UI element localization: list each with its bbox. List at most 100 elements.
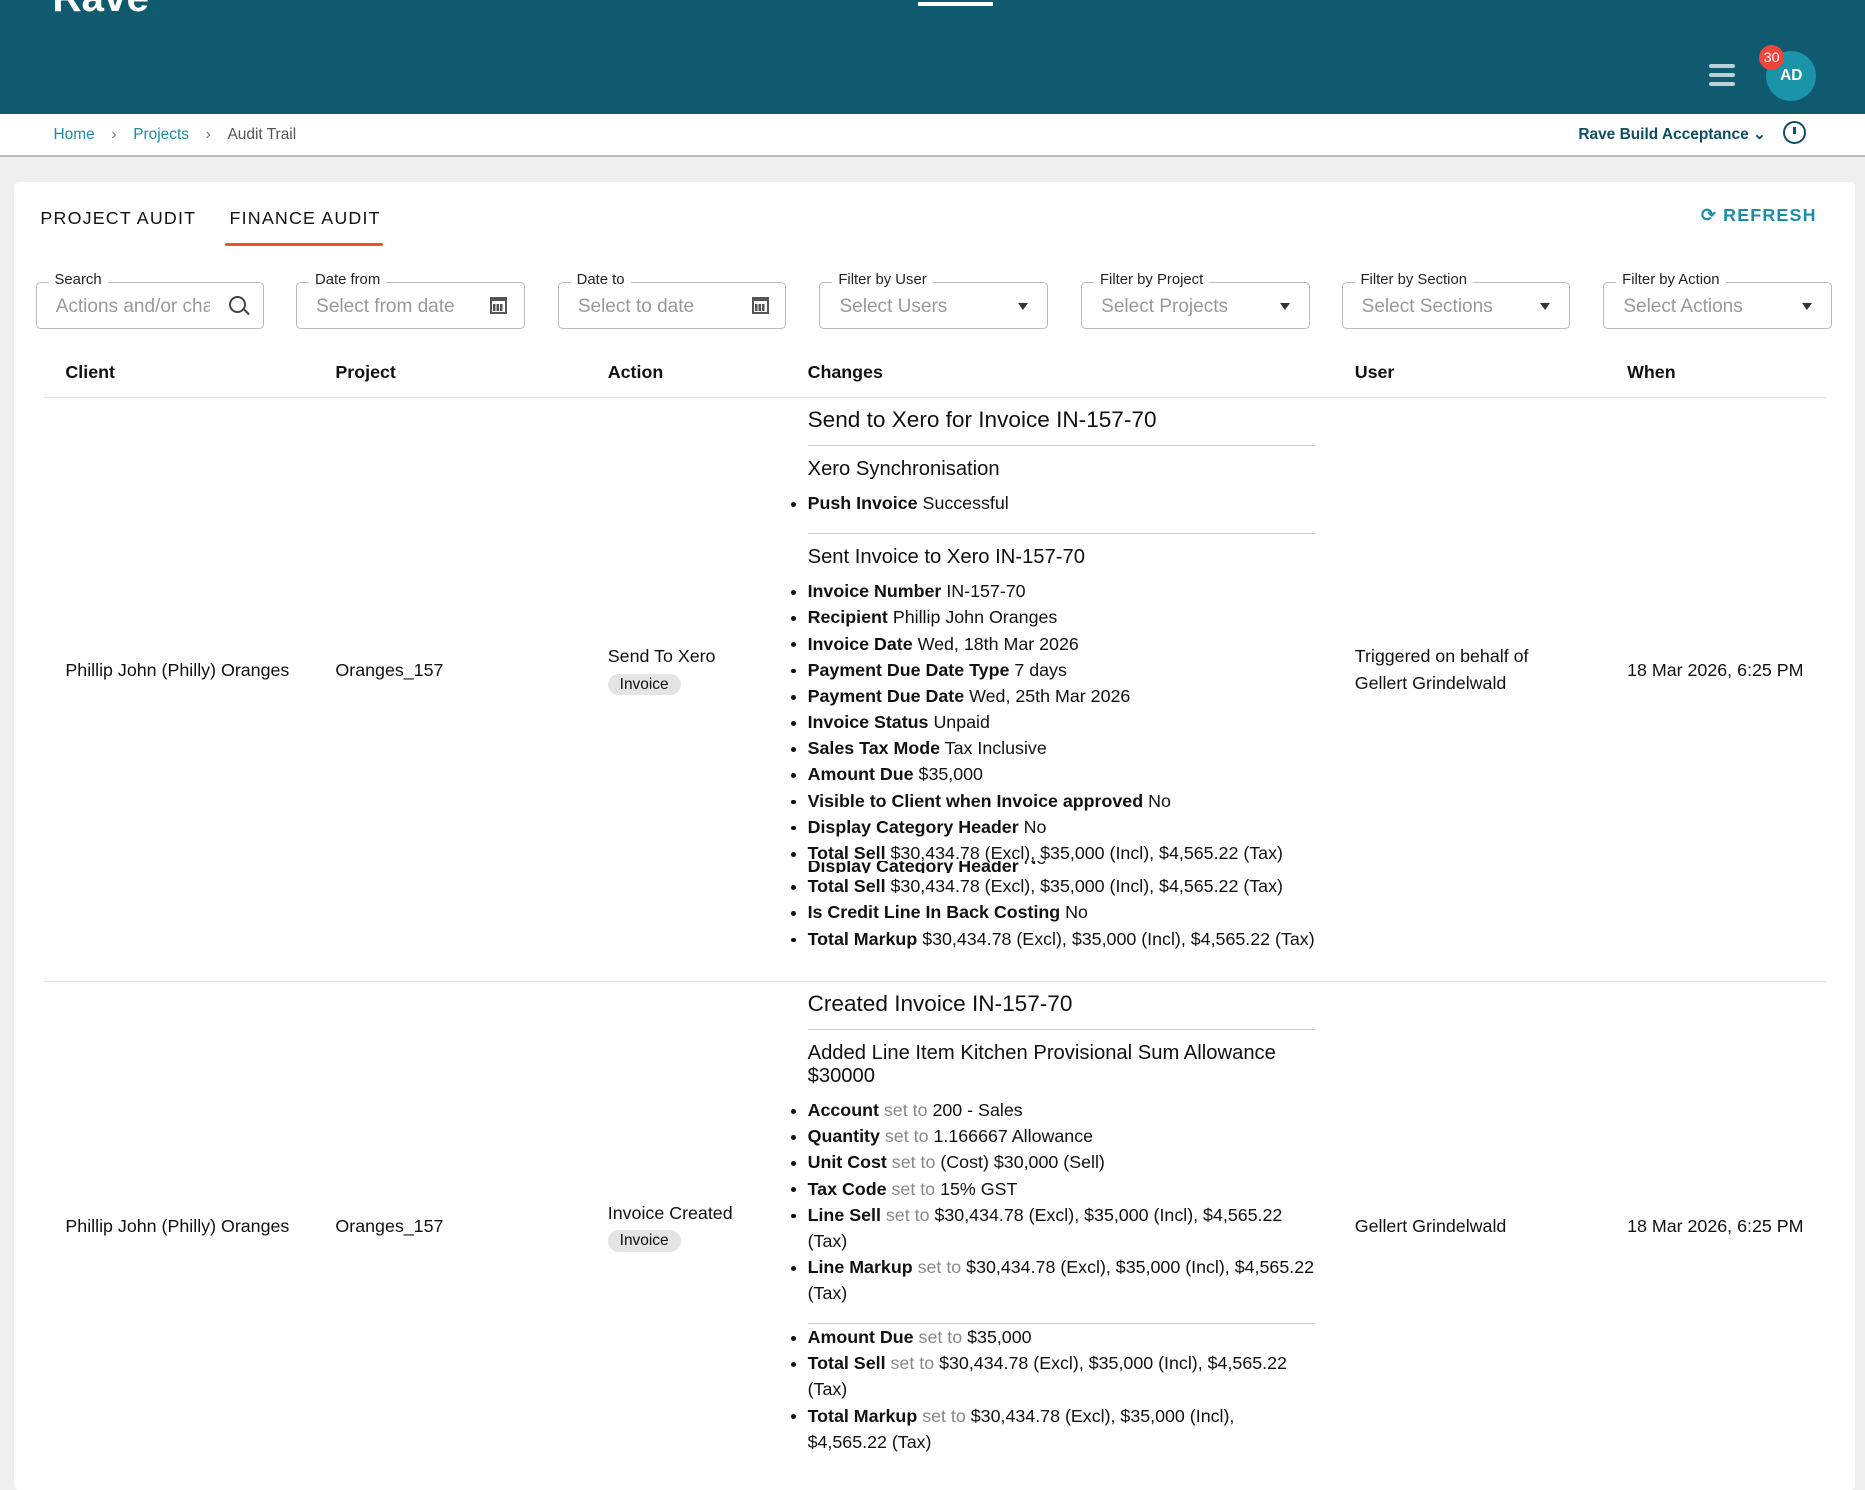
change-item: Display Category Header No	[808, 861, 1316, 873]
change-title: Send to Xero for Invoice IN-157-70	[807, 407, 1316, 446]
project-cell: Oranges_157	[335, 1216, 444, 1237]
action-cell: Send To Xero Invoice	[607, 643, 716, 696]
field-label: Date to	[570, 272, 631, 289]
client-cell: Phillip John (Philly) Oranges	[65, 659, 290, 680]
field-label: Filter by Action	[1616, 272, 1726, 289]
section-tag: Invoice	[607, 1230, 681, 1252]
tab-project-audit[interactable]: PROJECT AUDIT	[40, 208, 196, 229]
calendar-icon[interactable]	[490, 297, 507, 314]
change-list: Push Invoice Successful	[790, 490, 1316, 516]
hamburger-menu-icon[interactable]	[1709, 64, 1736, 86]
breadcrumb-projects[interactable]: Projects	[133, 126, 189, 144]
placeholder: Actions and/or changes	[55, 295, 211, 317]
field-label: Date from	[309, 272, 387, 289]
refresh-icon: ⟳	[1700, 204, 1717, 225]
caret-down-icon	[1017, 303, 1028, 310]
audit-card: PROJECT AUDIT FINANCE AUDIT ⟳ REFRESH Se…	[14, 181, 1856, 1490]
action-cell: Invoice Created Invoice	[607, 1200, 733, 1252]
divider	[44, 397, 1826, 399]
user-cell: Triggered on behalf of Gellert Grindelwal…	[1354, 646, 1529, 693]
change-list: Account set to 200 - Sales Quantity set t…	[790, 1097, 1316, 1306]
column-header-user[interactable]: User	[1355, 362, 1395, 383]
user-cell: Gellert Grindelwald	[1354, 1216, 1507, 1237]
column-header-action[interactable]: Action	[608, 362, 663, 383]
placeholder: Select from date	[316, 295, 455, 317]
column-header-client[interactable]: Client	[65, 362, 115, 383]
change-item: Total Sell set to $30,434.78 (Excl), $35…	[790, 1350, 1316, 1402]
caret-down-icon	[1539, 303, 1550, 310]
change-item: Line Sell set to $30,434.78 (Excl), $35,…	[790, 1202, 1316, 1254]
field-label: Filter by Section	[1354, 272, 1473, 289]
change-item: Quantity set to 1.166667 Allowance	[790, 1123, 1316, 1149]
client-cell: Phillip John (Philly) Oranges	[65, 1216, 290, 1237]
changes-cell: Send to Xero for Invoice IN-157-70 Xero …	[790, 407, 1316, 969]
refresh-label: REFRESH	[1723, 204, 1817, 225]
breadcrumb-current: Audit Trail	[227, 126, 297, 144]
history-clock-icon[interactable]	[1782, 121, 1806, 145]
refresh-button[interactable]: ⟳ REFRESH	[1701, 205, 1817, 226]
caret-down-icon	[1801, 303, 1812, 310]
change-item: Display Category Header No	[790, 814, 1316, 840]
column-header-changes[interactable]: Changes	[808, 362, 883, 383]
action-label: Send To Xero	[607, 646, 716, 667]
placeholder: Select Users	[839, 295, 948, 317]
change-item: Sales Tax Mode Tax Inclusive	[790, 735, 1316, 761]
placeholder: Select Sections	[1361, 295, 1493, 317]
filter-user-select[interactable]: Filter by User Select Users	[819, 272, 1048, 330]
column-header-when[interactable]: When	[1627, 362, 1676, 383]
change-item: Visible to Client when Invoice approved …	[790, 788, 1316, 814]
field-label: Filter by User	[832, 272, 933, 289]
date-to-field[interactable]: Date to Select to date	[557, 272, 787, 330]
action-label: Invoice Created	[607, 1203, 733, 1224]
change-item: Total Markup $30,434.78 (Excl), $35,000 …	[790, 926, 1316, 952]
field-label: Filter by Project	[1094, 272, 1210, 289]
search-icon	[229, 295, 247, 314]
filter-project-select[interactable]: Filter by Project Select Projects	[1081, 272, 1310, 330]
calendar-icon[interactable]	[751, 297, 769, 314]
breadcrumb-home[interactable]: Home	[54, 126, 95, 144]
change-item: Amount Due $35,000	[790, 761, 1316, 787]
date-from-field[interactable]: Date from Select from date	[296, 272, 525, 330]
change-item: Recipient Phillip John Oranges	[790, 604, 1316, 630]
when-cell: 18 Mar 2026, 6:25 PM	[1627, 1216, 1804, 1237]
change-item: Payment Due Date Type 7 days	[790, 657, 1316, 683]
tab-finance-audit[interactable]: FINANCE AUDIT	[230, 208, 381, 229]
change-item: Line Markup set to $30,434.78 (Excl), $3…	[790, 1254, 1316, 1306]
org-selector[interactable]: Rave Build Acceptance ⌄	[1578, 125, 1766, 144]
change-item: Account set to 200 - Sales	[790, 1097, 1316, 1123]
change-item: Invoice Status Unpaid	[790, 709, 1316, 735]
change-list: Invoice Number IN-157-70 Recipient Philli…	[790, 578, 1316, 952]
logo[interactable]: Rave	[52, 0, 149, 21]
change-item: Amount Due set to $35,000	[790, 1324, 1316, 1350]
change-item: Payment Due Date Wed, 25th Mar 2026	[790, 683, 1316, 709]
change-section: Sent Invoice to Xero IN-157-70 Invoice N…	[790, 532, 1316, 952]
changes-cell: Created Invoice IN-157-70 Added Line Ite…	[790, 991, 1316, 1472]
when-cell: 18 Mar 2026, 6:25 PM	[1627, 659, 1804, 680]
change-item: Unit Cost set to (Cost) $30,000 (Sell)	[790, 1149, 1316, 1175]
change-section-title: Sent Invoice to Xero IN-157-70	[807, 545, 1085, 568]
placeholder: Select Actions	[1623, 295, 1743, 317]
section-tag: Invoice	[607, 673, 681, 696]
change-item: Total Sell $30,434.78 (Excl), $35,000 (I…	[790, 873, 1316, 899]
project-cell: Oranges_157	[335, 659, 444, 680]
chevron-down-icon: ⌄	[1752, 125, 1766, 143]
placeholder: Select to date	[577, 295, 695, 317]
breadcrumb: Home › Projects › Audit Trail	[54, 126, 297, 144]
change-item: Push Invoice Successful	[790, 490, 1316, 516]
placeholder: Select Projects	[1101, 295, 1228, 317]
change-section-title: Xero Synchronisation	[807, 457, 1000, 480]
change-section-title: Added Line Item Kitchen Provisional Sum …	[807, 1041, 1276, 1087]
breadcrumb-bar: Home › Projects › Audit Trail Rave Build…	[0, 114, 1865, 157]
caret-down-icon	[1279, 303, 1290, 310]
filter-action-select[interactable]: Filter by Action Select Actions	[1603, 272, 1832, 330]
search-input[interactable]: Search Actions and/or changes	[35, 272, 265, 330]
change-item: Invoice Date Wed, 18th Mar 2026	[790, 631, 1316, 657]
active-tab-indicator	[224, 242, 383, 247]
divider	[44, 981, 1826, 983]
column-header-project[interactable]: Project	[335, 362, 395, 383]
change-item: Invoice Number IN-157-70	[790, 578, 1316, 604]
org-selector-label: Rave Build Acceptance	[1578, 125, 1749, 143]
filter-section-select[interactable]: Filter by Section Select Sections	[1341, 272, 1570, 330]
chevron-right-icon: ›	[111, 126, 117, 144]
change-item: Total Markup set to $30,434.78 (Excl), $…	[790, 1403, 1316, 1455]
